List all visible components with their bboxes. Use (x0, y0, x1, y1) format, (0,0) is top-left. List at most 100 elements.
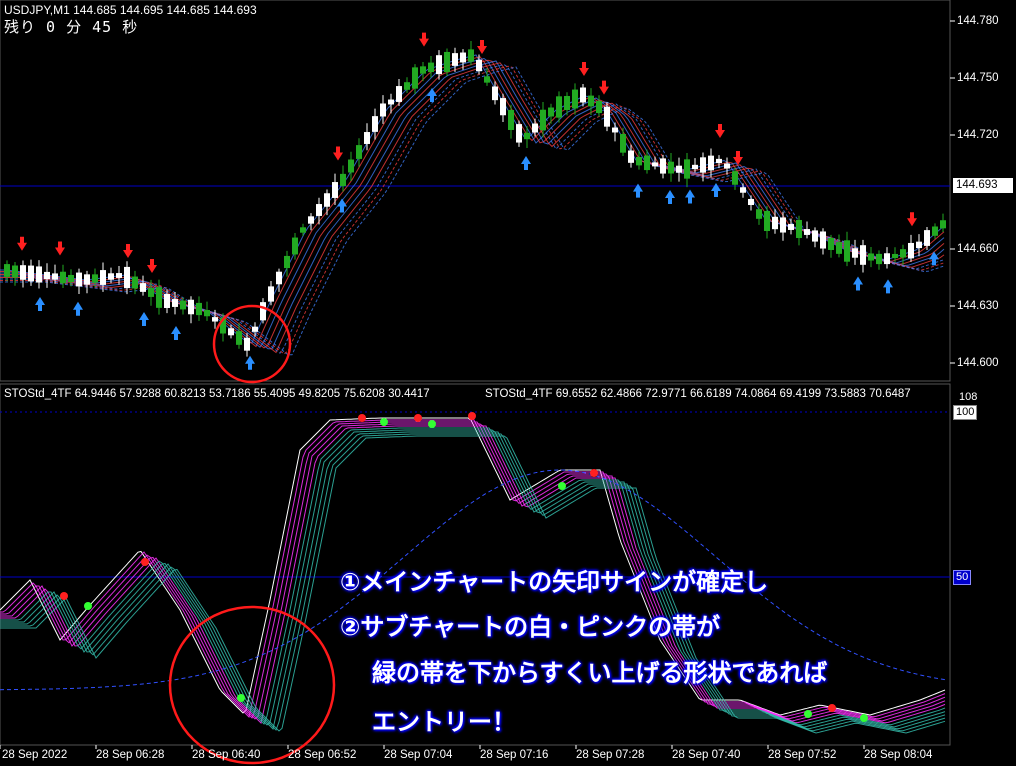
annotation-line-3: 緑の帯を下からすくい上げる形状であれば (372, 659, 828, 687)
candle-body (780, 217, 786, 233)
candle-body (148, 288, 154, 297)
candle-body (340, 173, 346, 187)
candle-body (324, 193, 330, 207)
cross-dot (828, 704, 836, 712)
indicator-label-left: STOStd_4TF 64.9446 57.9288 60.8213 53.71… (4, 388, 430, 400)
price-tick: 144.600 (957, 357, 999, 369)
candle-body (388, 99, 394, 105)
candle-body (804, 229, 810, 235)
candle-body (572, 89, 578, 109)
candle-body (548, 107, 554, 117)
candle-body (356, 145, 362, 159)
candle-body (692, 164, 698, 170)
candle-body (652, 162, 658, 167)
candle-body (292, 237, 298, 255)
candle-body (260, 302, 266, 321)
time-tick: 28 Sep 08:04 (864, 749, 933, 761)
candle-body (52, 273, 58, 280)
cross-dot (60, 592, 68, 600)
cross-dot (428, 420, 436, 428)
candle-body (740, 187, 746, 193)
candle-body (484, 76, 490, 83)
candle-body (604, 106, 610, 127)
candle-body (428, 62, 434, 73)
time-tick: 28 Sep 06:28 (96, 749, 165, 761)
candle-body (772, 216, 778, 230)
cross-dot (590, 469, 598, 477)
candle-body (196, 302, 202, 316)
candle-body (852, 248, 858, 258)
candle-body (28, 265, 34, 282)
candle-body (44, 271, 50, 280)
level-top-label: 108 (959, 391, 978, 403)
candle-body (452, 53, 458, 66)
time-tick: 28 Sep 06:40 (192, 749, 261, 761)
candle-body (204, 309, 210, 317)
candle-body (60, 271, 66, 284)
current-price-badge: 144.693 (953, 178, 1013, 193)
candle-body (508, 110, 514, 130)
candle-body (396, 86, 402, 102)
candle-body (724, 163, 730, 169)
cross-dot (380, 418, 388, 426)
candle-body (828, 238, 834, 250)
candle-body (412, 67, 418, 89)
candle-body (860, 245, 866, 265)
candle-body (708, 155, 714, 171)
candle-body (300, 227, 306, 233)
candle-body (268, 286, 274, 302)
candle-body (12, 265, 18, 278)
candle-body (916, 241, 922, 249)
candle-body (460, 52, 466, 63)
candle-body (900, 249, 906, 258)
candle-body (444, 51, 450, 73)
candle-body (500, 98, 506, 116)
cross-dot (414, 414, 422, 422)
candle-body (884, 253, 890, 265)
candle-body (564, 95, 570, 111)
chart-canvas[interactable] (0, 0, 1016, 766)
candle-body (836, 242, 842, 254)
candle-body (820, 231, 826, 249)
candle-body (20, 265, 26, 280)
candle-body (524, 132, 530, 140)
price-tick: 144.660 (957, 243, 999, 255)
candle-body (644, 155, 650, 171)
candle-body (700, 157, 706, 173)
time-tick: 28 Sep 07:28 (576, 749, 645, 761)
candle-body (596, 100, 602, 114)
candle-body (276, 271, 282, 285)
cross-dot (358, 414, 366, 422)
candle-body (676, 165, 682, 173)
candle-body (540, 109, 546, 131)
cross-dot (84, 602, 92, 610)
cross-dot (804, 710, 812, 718)
candle-body (876, 253, 882, 265)
time-tick: 28 Sep 07:40 (672, 749, 741, 761)
candle-body (796, 219, 802, 239)
candle-body (332, 182, 338, 198)
price-tick: 144.780 (957, 15, 999, 27)
candle-body (812, 230, 818, 242)
candle-body (732, 171, 738, 185)
candle-body (308, 216, 314, 224)
time-tick: 28 Sep 06:52 (288, 749, 357, 761)
candle-body (756, 209, 762, 219)
candle-body (76, 272, 82, 287)
candle-body (348, 159, 354, 173)
candle-body (940, 220, 946, 229)
time-tick: 28 Sep 2022 (2, 749, 68, 761)
level-100-label: 100 (953, 405, 978, 420)
cross-dot (468, 412, 476, 420)
time-tick: 28 Sep 07:52 (768, 749, 837, 761)
annotation-line-4: エントリー！ (372, 708, 516, 736)
candle-body (844, 240, 850, 262)
candle-body (404, 82, 410, 90)
candle-body (84, 274, 90, 285)
candle-body (580, 87, 586, 103)
candle-body (124, 266, 130, 289)
candle-body (188, 299, 194, 315)
indicator-label-right: STOStd_4TF 69.6552 62.4866 72.9771 66.61… (485, 388, 911, 400)
candle-body (244, 337, 250, 351)
candle-body (156, 287, 162, 308)
